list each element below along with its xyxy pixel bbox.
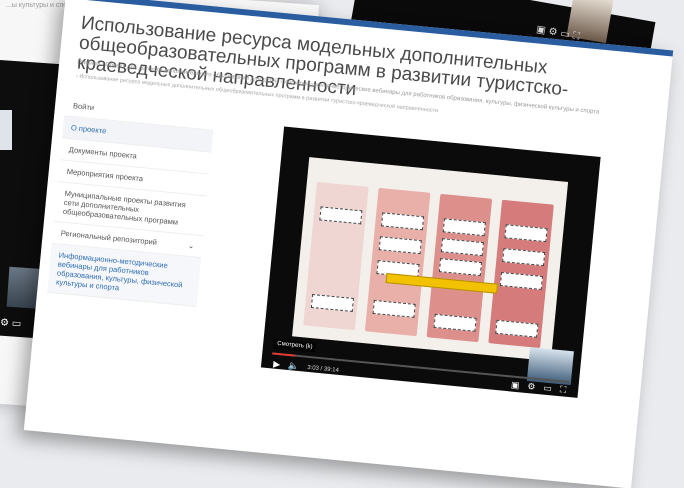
slide-box xyxy=(502,248,546,267)
play-icon[interactable]: ▶ xyxy=(273,359,281,371)
slide-box xyxy=(438,258,483,277)
sidebar: Войти О проекте Документы проекта Меропр… xyxy=(47,94,216,307)
slide-box xyxy=(433,313,477,332)
background-controls-left: ⚙ ▭ xyxy=(0,317,22,329)
slide-box xyxy=(504,224,548,243)
chevron-down-icon: ⌄ xyxy=(187,240,195,251)
time-display: 3:03 / 39:14 xyxy=(306,364,340,374)
volume-icon[interactable]: 🔈 xyxy=(288,360,300,372)
sidebar-item-label: Региональный репозиторий xyxy=(60,228,158,247)
slide-box xyxy=(319,206,363,225)
video-slide xyxy=(292,157,569,362)
slide-box xyxy=(495,319,539,338)
slide-column xyxy=(488,199,554,349)
slide-box xyxy=(380,212,425,231)
miniplayer-icon: ▭ xyxy=(11,318,22,330)
slide-box xyxy=(499,271,543,290)
subtitles-icon[interactable]: ▣ xyxy=(510,379,520,391)
slide-box xyxy=(440,238,484,257)
fullscreen-icon[interactable]: ⛶ xyxy=(559,384,566,396)
main-page: Использование ресурса модельных дополнит… xyxy=(23,0,674,488)
slide-box xyxy=(372,299,416,318)
background-slide-edge xyxy=(0,110,12,150)
controls-left: ▶ 🔈 3:03 / 39:14 xyxy=(273,359,340,376)
watch-label[interactable]: Смотреть (k) xyxy=(272,338,317,353)
slide-box xyxy=(442,218,486,237)
gear-icon[interactable]: ⚙ xyxy=(527,381,536,393)
slide-column xyxy=(303,181,369,331)
slide-box xyxy=(310,293,354,312)
progress-fill xyxy=(272,352,296,357)
slide-column xyxy=(426,193,493,343)
slide-column xyxy=(364,187,431,337)
gear-icon: ⚙ xyxy=(0,317,10,329)
miniplayer-icon[interactable]: ▭ xyxy=(543,383,552,395)
video-player[interactable]: Смотреть (k) ▶ 🔈 3:03 / 39:14 ▣ ⚙ ▭ ⛶ xyxy=(260,126,601,398)
slide-box xyxy=(378,236,422,255)
